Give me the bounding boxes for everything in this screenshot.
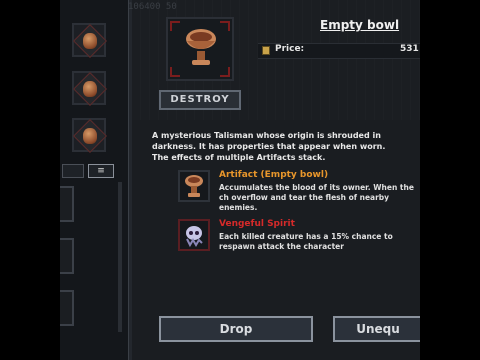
inventory-slot-1[interactable] bbox=[72, 23, 107, 58]
item-title: Empty bowl bbox=[320, 18, 400, 32]
description-intro: A mysterious Talisman whose origin is sh… bbox=[152, 131, 386, 151]
filter-button[interactable] bbox=[62, 164, 84, 178]
side-tab-2[interactable] bbox=[60, 238, 74, 274]
effect-text: Accumulates the blood of its owner. When… bbox=[219, 183, 414, 212]
destroy-button[interactable]: DESTROY bbox=[159, 90, 241, 110]
item-description: A mysterious Talisman whose origin is sh… bbox=[152, 130, 422, 163]
price-label: Price: bbox=[275, 44, 305, 54]
bowl-icon bbox=[83, 33, 97, 49]
coin-icon bbox=[262, 46, 270, 55]
side-tab-3[interactable] bbox=[60, 290, 74, 326]
frame-corner bbox=[220, 21, 230, 31]
bowl-icon bbox=[83, 128, 97, 144]
frame-corner bbox=[170, 21, 180, 31]
price-value: 531 bbox=[400, 44, 419, 54]
unequip-button[interactable]: Unequ bbox=[333, 316, 423, 342]
sort-button[interactable]: ≡ bbox=[88, 164, 114, 178]
inventory-slot-3[interactable] bbox=[72, 118, 107, 153]
header-counter: 106400 50 bbox=[128, 2, 177, 12]
drop-button[interactable]: Drop bbox=[159, 316, 313, 342]
effect-text: Each killed creature has a 15% chance to… bbox=[219, 232, 393, 251]
screen-edge bbox=[420, 0, 480, 360]
bowl-icon bbox=[186, 29, 216, 65]
inventory-slot-2[interactable] bbox=[72, 71, 107, 106]
scrollbar[interactable] bbox=[118, 182, 122, 332]
bowl-icon bbox=[185, 175, 203, 197]
bowl-icon bbox=[83, 81, 97, 97]
effect-title: Artifact (Empty bowl) bbox=[219, 170, 329, 180]
description-stack-note: The effects of multiple Artifacts stack. bbox=[152, 153, 326, 162]
ghost-skull-icon bbox=[186, 226, 203, 248]
frame-corner bbox=[170, 67, 180, 77]
side-tab-1[interactable] bbox=[60, 186, 74, 222]
curse-effect-icon bbox=[178, 219, 210, 251]
effect-title: Vengeful Spirit bbox=[219, 219, 295, 229]
frame-corner bbox=[220, 67, 230, 77]
artifact-effect-icon bbox=[178, 170, 210, 202]
